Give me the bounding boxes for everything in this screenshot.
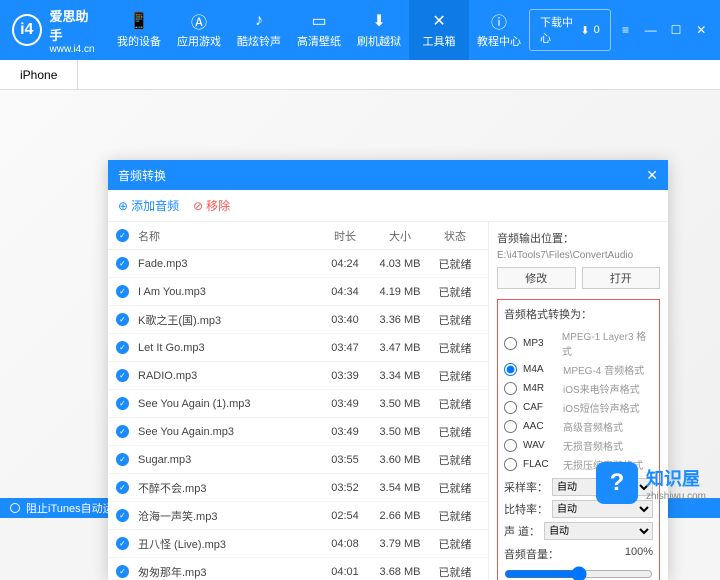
nav: 📱我的设备Ⓐ应用游戏♪酷炫铃声▭高清壁纸⬇刷机越狱✕工具箱ⓘ教程中心 bbox=[109, 0, 529, 60]
table-row[interactable]: ✓Fade.mp304:244.03 MB已就绪 bbox=[108, 250, 488, 278]
download-icon: ⬇ bbox=[580, 24, 589, 37]
list-header: ✓ 名称 时长 大小 状态 bbox=[108, 222, 488, 250]
add-audio-button[interactable]: ⊕ 添加音频 bbox=[118, 197, 179, 214]
table-row[interactable]: ✓Let It Go.mp303:473.47 MB已就绪 bbox=[108, 334, 488, 362]
channel-select[interactable]: 自动 bbox=[544, 522, 653, 540]
nav-icon: ▭ bbox=[309, 11, 329, 31]
format-title: 音频格式转换为： bbox=[504, 306, 653, 322]
format-option[interactable]: MP3MPEG-1 Layer3 格式 bbox=[504, 326, 653, 360]
check-all[interactable]: ✓ bbox=[116, 229, 129, 242]
row-check[interactable]: ✓ bbox=[116, 257, 129, 270]
nav-icon: Ⓐ bbox=[189, 11, 209, 31]
nav-item[interactable]: ✕工具箱 bbox=[409, 0, 469, 60]
format-radio[interactable] bbox=[504, 337, 517, 350]
open-button[interactable]: 打开 bbox=[582, 267, 661, 289]
row-check[interactable]: ✓ bbox=[116, 425, 129, 438]
row-check[interactable]: ✓ bbox=[116, 565, 129, 578]
content: 音频转换 ✕ ⊕ 添加音频 ⊘ 移除 ✓ 名称 时长 大小 状态 bbox=[0, 90, 720, 498]
logo: i4 爱思助手 www.i4.cn bbox=[0, 6, 109, 55]
modal-toolbar: ⊕ 添加音频 ⊘ 移除 bbox=[108, 190, 668, 222]
menu-icon[interactable]: ≡ bbox=[615, 18, 636, 42]
format-option[interactable]: AAC高级音频格式 bbox=[504, 417, 653, 436]
format-radio[interactable] bbox=[504, 420, 517, 433]
volume-slider[interactable] bbox=[504, 566, 653, 580]
window-buttons: 下载中心 ⬇ 0 ≡ — ☐ ✕ bbox=[529, 9, 720, 51]
brand-title: 爱思助手 bbox=[50, 6, 97, 44]
table-row[interactable]: ✓不醉不会.mp303:523.54 MB已就绪 bbox=[108, 474, 488, 502]
top-bar: i4 爱思助手 www.i4.cn 📱我的设备Ⓐ应用游戏♪酷炫铃声▭高清壁纸⬇刷… bbox=[0, 0, 720, 60]
table-row[interactable]: ✓Sugar.mp303:553.60 MB已就绪 bbox=[108, 446, 488, 474]
download-center-button[interactable]: 下载中心 ⬇ 0 bbox=[529, 9, 611, 51]
row-check[interactable]: ✓ bbox=[116, 481, 129, 494]
table-row[interactable]: ✓See You Again.mp303:493.50 MB已就绪 bbox=[108, 418, 488, 446]
modal-title-bar: 音频转换 ✕ bbox=[108, 160, 668, 190]
table-row[interactable]: ✓I Am You.mp304:344.19 MB已就绪 bbox=[108, 278, 488, 306]
device-tab[interactable]: iPhone bbox=[0, 60, 78, 89]
format-option[interactable]: CAFiOS短信铃声格式 bbox=[504, 398, 653, 417]
nav-icon: 📱 bbox=[129, 11, 149, 31]
volume-value: 100% bbox=[625, 546, 653, 558]
row-check[interactable]: ✓ bbox=[116, 369, 129, 382]
nav-icon: ⓘ bbox=[489, 11, 509, 31]
format-option[interactable]: M4AMPEG-4 音频格式 bbox=[504, 360, 653, 379]
output-title: 音频输出位置： bbox=[497, 230, 660, 246]
nav-item[interactable]: ⬇刷机越狱 bbox=[349, 0, 409, 60]
format-radio[interactable] bbox=[504, 458, 517, 471]
output-path: E:\i4Tools7\Files\ConvertAudio bbox=[497, 250, 660, 261]
remove-icon: ⊘ bbox=[193, 199, 203, 213]
file-list-panel: ✓ 名称 时长 大小 状态 ✓Fade.mp304:244.03 MB已就绪✓I… bbox=[108, 222, 488, 580]
maximize-icon[interactable]: ☐ bbox=[665, 18, 686, 42]
row-check[interactable]: ✓ bbox=[116, 509, 129, 522]
plus-icon: ⊕ bbox=[118, 199, 128, 213]
watermark-icon: ? bbox=[596, 462, 638, 504]
remove-button[interactable]: ⊘ 移除 bbox=[193, 197, 230, 214]
format-option[interactable]: WAV无损音频格式 bbox=[504, 436, 653, 455]
format-radio[interactable] bbox=[504, 401, 517, 414]
settings-panel: 音频输出位置： E:\i4Tools7\Files\ConvertAudio 修… bbox=[488, 222, 668, 580]
brand-sub: www.i4.cn bbox=[50, 44, 97, 55]
nav-icon: ✕ bbox=[429, 11, 449, 31]
table-row[interactable]: ✓沧海一声笑.mp302:542.66 MB已就绪 bbox=[108, 502, 488, 530]
nav-item[interactable]: ♪酷炫铃声 bbox=[229, 0, 289, 60]
sub-bar: iPhone bbox=[0, 60, 720, 90]
watermark: ? 知识屋 zhishiwu.com bbox=[596, 462, 706, 504]
format-radio[interactable] bbox=[504, 363, 517, 376]
modal-close-icon[interactable]: ✕ bbox=[646, 167, 658, 184]
nav-icon: ♪ bbox=[249, 11, 269, 31]
close-icon[interactable]: ✕ bbox=[691, 18, 712, 42]
format-radio[interactable] bbox=[504, 439, 517, 452]
format-group: 音频格式转换为： MP3MPEG-1 Layer3 格式M4AMPEG-4 音频… bbox=[497, 299, 660, 580]
table-row[interactable]: ✓RADIO.mp303:393.34 MB已就绪 bbox=[108, 362, 488, 390]
file-list[interactable]: ✓Fade.mp304:244.03 MB已就绪✓I Am You.mp304:… bbox=[108, 250, 488, 580]
status-icon bbox=[10, 503, 20, 513]
format-option[interactable]: M4RiOS来电铃声格式 bbox=[504, 379, 653, 398]
row-check[interactable]: ✓ bbox=[116, 453, 129, 466]
tool-grid bbox=[10, 100, 710, 120]
nav-item[interactable]: ▭高清壁纸 bbox=[289, 0, 349, 60]
row-check[interactable]: ✓ bbox=[116, 537, 129, 550]
row-check[interactable]: ✓ bbox=[116, 313, 129, 326]
logo-icon: i4 bbox=[12, 14, 42, 46]
table-row[interactable]: ✓匆匆那年.mp304:013.68 MB已就绪 bbox=[108, 558, 488, 580]
nav-item[interactable]: ⓘ教程中心 bbox=[469, 0, 529, 60]
row-check[interactable]: ✓ bbox=[116, 397, 129, 410]
row-check[interactable]: ✓ bbox=[116, 341, 129, 354]
modify-button[interactable]: 修改 bbox=[497, 267, 576, 289]
nav-item[interactable]: 📱我的设备 bbox=[109, 0, 169, 60]
minimize-icon[interactable]: — bbox=[640, 18, 661, 42]
format-radio[interactable] bbox=[504, 382, 517, 395]
modal-title: 音频转换 bbox=[118, 167, 166, 184]
row-check[interactable]: ✓ bbox=[116, 285, 129, 298]
table-row[interactable]: ✓丑八怪 (Live).mp304:083.79 MB已就绪 bbox=[108, 530, 488, 558]
audio-convert-modal: 音频转换 ✕ ⊕ 添加音频 ⊘ 移除 ✓ 名称 时长 大小 状态 bbox=[108, 160, 668, 580]
nav-icon: ⬇ bbox=[369, 11, 389, 31]
nav-item[interactable]: Ⓐ应用游戏 bbox=[169, 0, 229, 60]
table-row[interactable]: ✓K歌之王(国).mp303:403.36 MB已就绪 bbox=[108, 306, 488, 334]
table-row[interactable]: ✓See You Again (1).mp303:493.50 MB已就绪 bbox=[108, 390, 488, 418]
